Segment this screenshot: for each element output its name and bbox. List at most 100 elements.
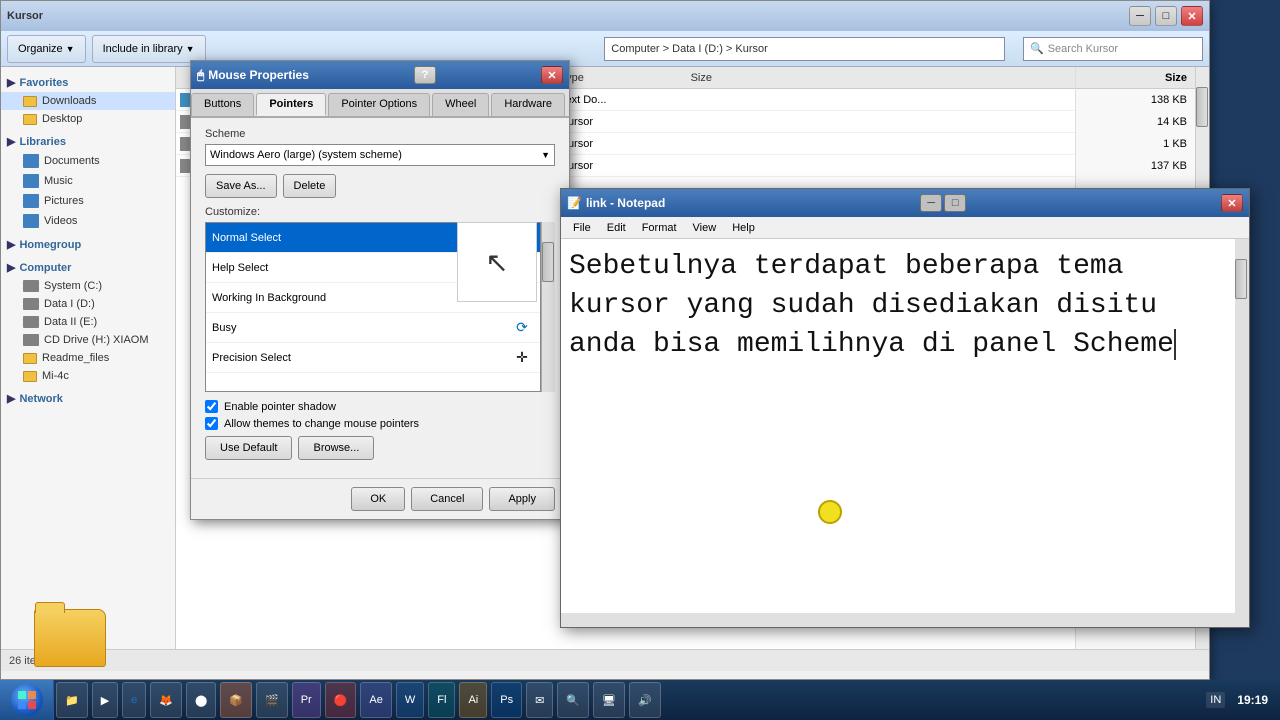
taskbar-premiere[interactable]: Pr <box>292 682 321 718</box>
scheme-select[interactable]: Windows Aero (large) (system scheme) ▼ <box>205 144 555 166</box>
tab-pointer-options[interactable]: Pointer Options <box>328 93 430 116</box>
tab-wheel[interactable]: Wheel <box>432 93 489 116</box>
search-box[interactable]: 🔍 Search Kursor <box>1023 37 1203 61</box>
chevron-down-icon: ▶ <box>7 238 15 251</box>
sidebar-item-datae[interactable]: Data II (E:) <box>1 313 175 331</box>
close-button[interactable]: ✕ <box>1181 6 1203 26</box>
notepad-scrollbar-h[interactable] <box>561 613 1235 627</box>
maximize-button[interactable]: □ <box>1155 6 1177 26</box>
taskbar-app1[interactable]: 📦 <box>220 682 252 718</box>
taskbar-firefox[interactable]: 🦊 <box>150 682 182 718</box>
taskbar-ie[interactable]: e <box>122 682 146 718</box>
sidebar-item-datad[interactable]: Data I (D:) <box>1 295 175 313</box>
pointer-list-scrollbar[interactable] <box>541 222 555 392</box>
notepad-text-area[interactable]: Sebetulnya terdapat beberapa tema kursor… <box>561 239 1249 627</box>
notepad-menu-help[interactable]: Help <box>724 220 763 236</box>
file-size-2: 14 KB <box>1157 116 1187 128</box>
dialog-footer: OK Cancel Apply <box>191 478 569 519</box>
taskbar-photoshop[interactable]: Ps <box>491 682 522 718</box>
big-folder-icon[interactable] <box>20 598 120 678</box>
notepad-close-button[interactable]: ✕ <box>1221 194 1243 212</box>
ie-taskbar-icon: e <box>131 694 137 706</box>
sidebar-item-mi4c[interactable]: Mi-4c <box>1 367 175 385</box>
notepad-scrollbar-v[interactable] <box>1235 239 1249 627</box>
cursor-highlight <box>818 500 842 524</box>
computer-section[interactable]: ▶ Computer <box>1 258 175 277</box>
scrollbar-thumb[interactable] <box>542 242 554 282</box>
sidebar-item-cd[interactable]: CD Drive (H:) XIAOM <box>1 331 175 349</box>
list-item[interactable]: Busy ⟳ <box>206 313 540 343</box>
delete-button[interactable]: Delete <box>283 174 337 198</box>
save-as-button[interactable]: Save As... <box>205 174 277 198</box>
notepad-menu-edit[interactable]: Edit <box>599 220 634 236</box>
browse-button[interactable]: Browse... <box>298 436 374 460</box>
media-taskbar-icon: ▶ <box>101 694 109 707</box>
drive-icon <box>23 298 39 310</box>
explorer-title: Kursor <box>7 10 43 22</box>
file-type: Text Do... <box>560 94 640 106</box>
taskbar: 📁 ▶ e 🦊 ⬤ 📦 🎬 Pr 🔴 Ae W Fl Ai Ps ✉ 🔍 <box>0 680 1280 720</box>
taskbar-mail[interactable]: ✉ <box>526 682 553 718</box>
drive-icon <box>23 334 39 346</box>
tab-pointers[interactable]: Pointers <box>256 93 326 116</box>
address-bar[interactable]: Computer > Data I (D:) > Kursor <box>604 37 1005 61</box>
file-type: Cursor <box>560 116 640 128</box>
sidebar-item-documents[interactable]: Documents <box>1 151 175 171</box>
chevron-down-icon: ▶ <box>7 261 15 274</box>
list-item[interactable]: Precision Select ✛ <box>206 343 540 373</box>
libraries-section[interactable]: ▶ Libraries <box>1 132 175 151</box>
tab-buttons[interactable]: Buttons <box>191 93 254 116</box>
dialog-close-button[interactable]: ✕ <box>541 66 563 84</box>
taskbar-chrome[interactable]: ⬤ <box>186 682 216 718</box>
cancel-button[interactable]: Cancel <box>411 487 483 511</box>
sidebar-item-pictures[interactable]: Pictures <box>1 191 175 211</box>
sidebar-item-music[interactable]: Music <box>1 171 175 191</box>
clock-time: 19:19 <box>1237 693 1268 707</box>
chevron-down-icon: ▼ <box>541 150 550 160</box>
notepad-menu-file[interactable]: File <box>565 220 599 236</box>
use-default-button[interactable]: Use Default <box>205 436 292 460</box>
start-button[interactable] <box>0 680 54 720</box>
taskbar-vlc[interactable]: 🎬 <box>256 682 288 718</box>
sidebar-item-videos[interactable]: Videos <box>1 211 175 231</box>
taskbar-word[interactable]: W <box>396 682 424 718</box>
taskbar-ae[interactable]: Ae <box>360 682 391 718</box>
taskbar-fla[interactable]: Fl <box>428 682 455 718</box>
notepad-menu-format[interactable]: Format <box>634 220 685 236</box>
taskbar-illustrator[interactable]: Ai <box>459 682 487 718</box>
customize-label: Customize: <box>205 206 555 218</box>
organize-button[interactable]: Organize ▼ <box>7 35 86 63</box>
sidebar-item-desktop[interactable]: Desktop <box>1 110 175 128</box>
taskbar-media[interactable]: ▶ <box>92 682 118 718</box>
notepad-menu-view[interactable]: View <box>685 220 725 236</box>
notepad-maximize-button[interactable]: □ <box>944 194 966 212</box>
tab-hardware[interactable]: Hardware <box>491 93 565 116</box>
minimize-button[interactable]: ─ <box>1129 6 1151 26</box>
scrollbar-thumb[interactable] <box>1196 87 1208 127</box>
network-section[interactable]: ▶ Network <box>1 389 175 408</box>
taskbar-audio[interactable]: 🔊 <box>629 682 661 718</box>
taskbar-clock[interactable]: 19:19 <box>1229 691 1276 709</box>
notepad-minimize-button[interactable]: ─ <box>920 194 942 212</box>
include-library-button[interactable]: Include in library ▼ <box>92 35 206 63</box>
file-type: Cursor <box>560 160 640 172</box>
taskbar-firefox2[interactable]: 🔴 <box>325 682 357 718</box>
dialog-help-button[interactable]: ? <box>414 66 436 84</box>
taskbar-search[interactable]: 🔍 <box>557 682 589 718</box>
status-bar: 26 items <box>1 649 1209 671</box>
allow-themes-label: Allow themes to change mouse pointers <box>224 418 419 430</box>
sidebar-item-readme[interactable]: Readme_files <box>1 349 175 367</box>
app1-taskbar-icon: 📦 <box>229 694 243 707</box>
scrollbar-thumb[interactable] <box>1235 259 1247 299</box>
ok-button[interactable]: OK <box>351 487 405 511</box>
sidebar-item-systemc[interactable]: System (C:) <box>1 277 175 295</box>
homegroup-section[interactable]: ▶ Homegroup <box>1 235 175 254</box>
taskbar-screen[interactable]: 🖥 <box>593 682 625 718</box>
apply-button[interactable]: Apply <box>489 487 555 511</box>
enable-shadow-checkbox[interactable] <box>205 400 218 413</box>
favorites-section[interactable]: ▶ Favorites <box>1 73 175 92</box>
sidebar-item-label: Data II (E:) <box>44 316 97 328</box>
taskbar-explorer[interactable]: 📁 <box>56 682 88 718</box>
sidebar-item-downloads[interactable]: Downloads <box>1 92 175 110</box>
allow-themes-checkbox[interactable] <box>205 417 218 430</box>
